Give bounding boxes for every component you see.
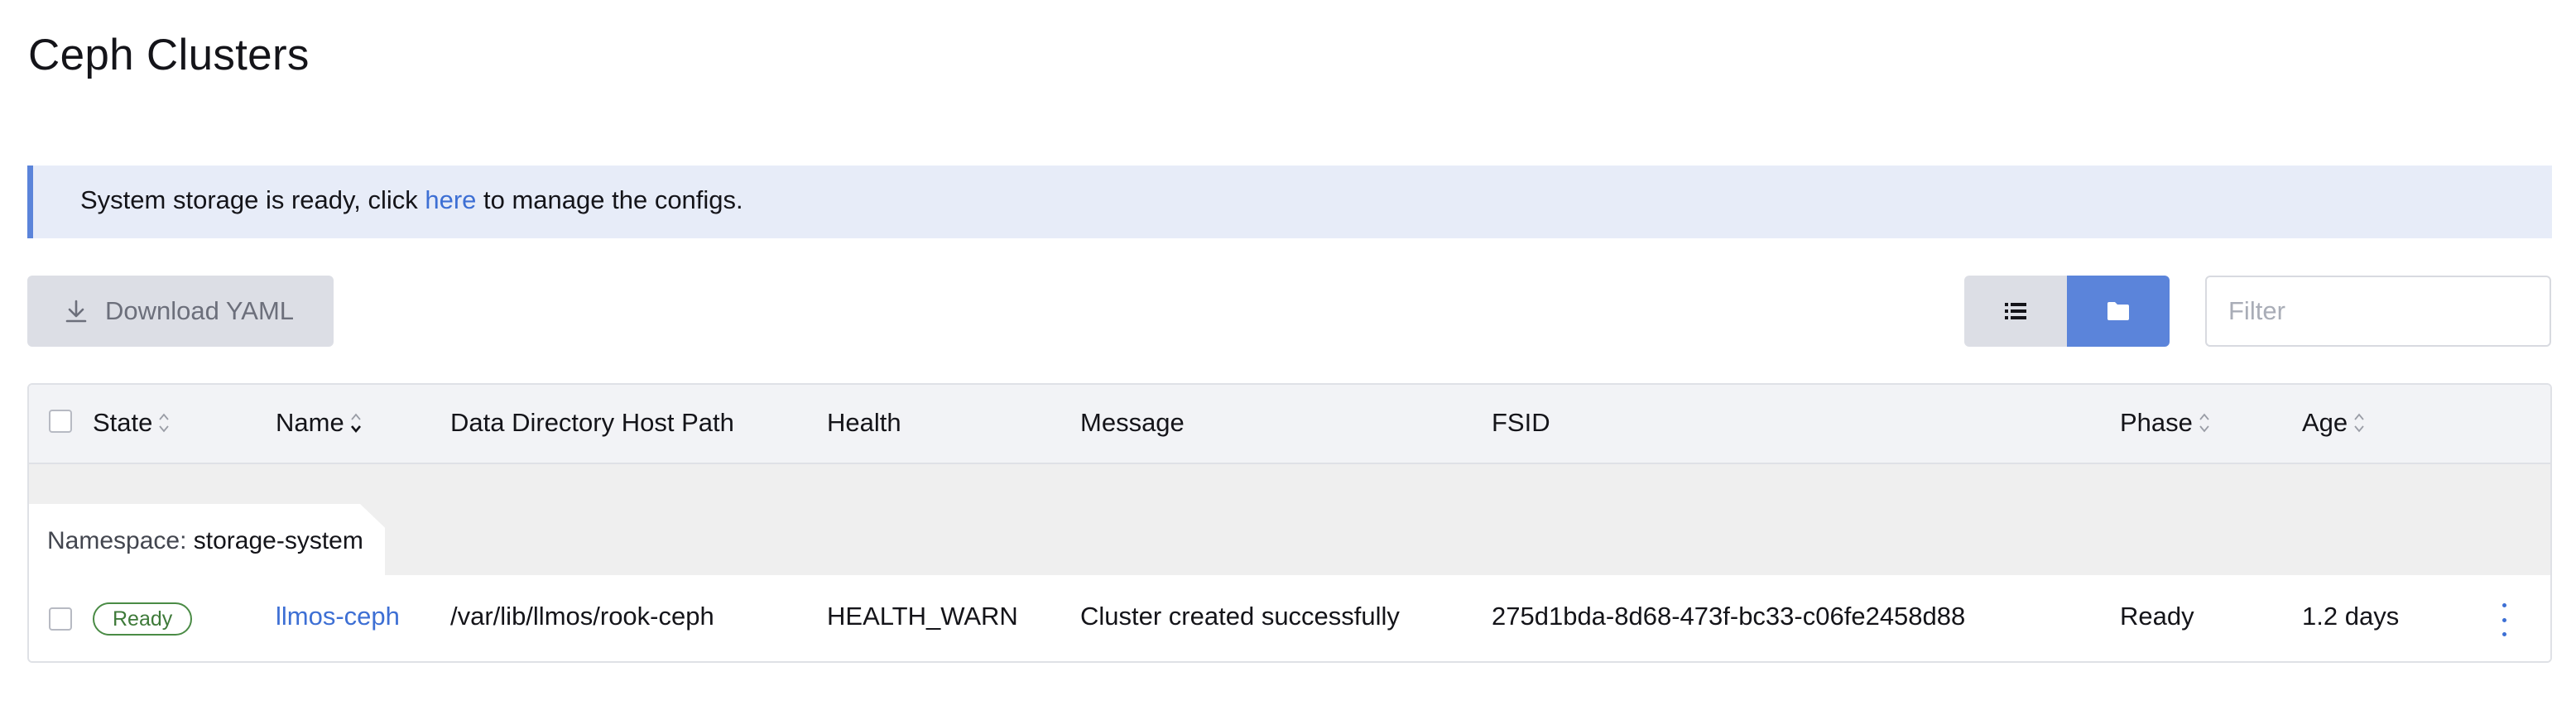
column-header-message: Message: [1080, 408, 1185, 438]
download-yaml-button[interactable]: Download YAML: [27, 276, 334, 347]
view-toggle-group: [1964, 276, 2170, 347]
banner-text-before: System storage is ready, click: [80, 185, 425, 214]
column-label-data-dir: Data Directory Host Path: [450, 408, 734, 437]
sort-icon: [2199, 413, 2209, 433]
column-label-phase: Phase: [2120, 408, 2193, 437]
namespace-group-row: Namespace: storage-system: [29, 464, 2550, 575]
cell-age: 1.2 days: [2302, 602, 2400, 631]
column-label-fsid: FSID: [1492, 408, 1550, 437]
cell-message: Cluster created successfully: [1080, 602, 1400, 631]
row-actions-kebab-icon[interactable]: [2496, 603, 2512, 636]
folder-icon: [2107, 302, 2129, 320]
list-icon: [2005, 303, 2026, 319]
column-label-health: Health: [827, 408, 901, 437]
namespace-group-label: Namespace: storage-system: [47, 527, 363, 555]
table-row: Ready llmos-ceph /var/lib/llmos/rook-cep…: [29, 575, 2550, 661]
page-title: Ceph Clusters: [28, 31, 310, 79]
namespace-label: Namespace:: [47, 527, 187, 554]
info-banner: System storage is ready, click here to m…: [27, 166, 2552, 238]
row-checkbox[interactable]: [49, 607, 72, 631]
column-header-age[interactable]: Age: [2302, 408, 2366, 438]
column-header-health: Health: [827, 408, 901, 438]
column-label-name: Name: [276, 408, 344, 437]
namespace-group-tab: Namespace: storage-system: [29, 504, 385, 575]
column-header-phase[interactable]: Phase: [2120, 408, 2211, 438]
column-header-fsid: FSID: [1492, 408, 1550, 438]
banner-manage-link[interactable]: here: [425, 185, 476, 214]
column-header-state[interactable]: State: [93, 408, 171, 438]
column-header-data-dir: Data Directory Host Path: [450, 408, 734, 438]
download-icon: [65, 300, 87, 323]
sort-icon: [2354, 413, 2364, 433]
column-label-message: Message: [1080, 408, 1185, 437]
banner-message: System storage is ready, click here to m…: [80, 185, 743, 215]
sort-ascending-icon: [350, 413, 361, 434]
status-badge: Ready: [93, 602, 193, 636]
banner-text-after: to manage the configs.: [476, 185, 743, 214]
list-view-button[interactable]: [1964, 276, 2067, 347]
cluster-name-link[interactable]: llmos-ceph: [276, 602, 400, 631]
cell-health: HEALTH_WARN: [827, 602, 1018, 631]
namespace-value: storage-system: [193, 527, 363, 554]
cell-phase: Ready: [2120, 602, 2194, 631]
select-all-checkbox[interactable]: [49, 410, 72, 433]
sort-icon: [159, 413, 170, 433]
clusters-table: State Name Data Directory Host Path Heal…: [27, 383, 2552, 663]
column-header-name[interactable]: Name: [276, 408, 363, 438]
column-label-state: State: [93, 408, 153, 437]
filter-input[interactable]: [2205, 276, 2551, 347]
cell-fsid: 275d1bda-8d68-473f-bc33-c06fe2458d88: [1492, 602, 1966, 631]
table-header: State Name Data Directory Host Path Heal…: [29, 385, 2550, 464]
cell-data-dir: /var/lib/llmos/rook-ceph: [450, 602, 714, 631]
column-label-age: Age: [2302, 408, 2348, 437]
download-yaml-label: Download YAML: [105, 296, 295, 325]
folder-view-button[interactable]: [2067, 276, 2170, 347]
